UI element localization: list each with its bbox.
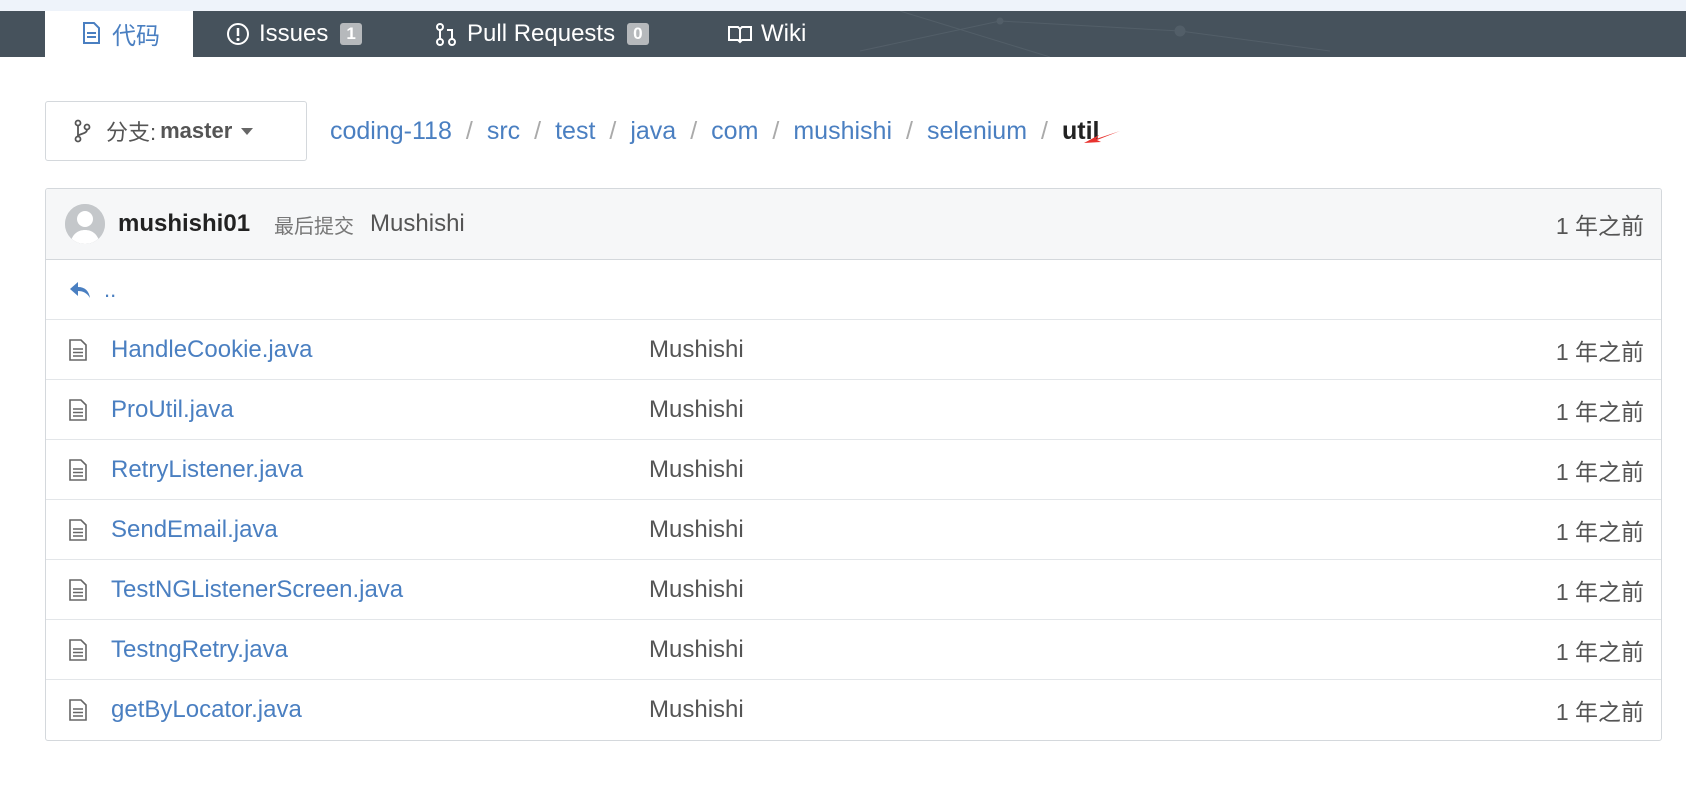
repo-navbar: 代码 Issues 1 Pull Requests 0 Wiki <box>0 11 1686 57</box>
file-author: Mushishi <box>649 696 744 723</box>
avatar[interactable] <box>65 204 105 244</box>
breadcrumb-item[interactable]: com <box>711 117 758 146</box>
file-author: Mushishi <box>649 335 744 363</box>
breadcrumb-separator: / <box>772 116 780 145</box>
file-icon <box>68 338 88 362</box>
file-author: Mushishi <box>649 455 744 483</box>
file-icon <box>68 578 88 602</box>
commit-label: 最后提交 <box>274 215 355 238</box>
branch-icon <box>72 118 92 144</box>
file-icon <box>68 518 88 542</box>
file-name-link[interactable]: SendEmail.java <box>111 516 278 544</box>
tab-pull-requests[interactable]: Pull Requests 0 <box>433 11 649 57</box>
breadcrumb-item[interactable]: mushishi <box>793 117 892 146</box>
file-row: HandleCookie.java Mushishi 1 年之前 <box>46 320 1661 380</box>
breadcrumb: coding-118 / src / test / java / com / m… <box>330 113 1099 149</box>
file-time: 1 年之前 <box>1555 699 1644 725</box>
pull-requests-count-badge: 0 <box>627 23 649 45</box>
breadcrumb-item[interactable]: selenium <box>927 117 1027 146</box>
breadcrumb-item[interactable]: coding-118 <box>330 117 452 146</box>
file-author: Mushishi <box>649 635 744 663</box>
file-time: 1 年之前 <box>1555 638 1644 665</box>
commit-user[interactable]: mushishi01 <box>118 210 250 238</box>
file-row: TestNGListenerScreen.java Mushishi 1 年之前 <box>46 560 1661 620</box>
file-name-link[interactable]: TestngRetry.java <box>111 636 288 664</box>
file-author: Mushishi <box>649 515 744 543</box>
chevron-down-icon <box>241 127 254 135</box>
book-icon <box>727 21 753 47</box>
file-name-link[interactable]: RetryListener.java <box>111 456 303 484</box>
file-row: getByLocator.java Mushishi 1 年之前 <box>46 680 1661 740</box>
breadcrumb-separator: / <box>690 116 698 145</box>
parent-directory-row[interactable]: .. <box>46 260 1661 320</box>
tab-code[interactable]: 代码 <box>45 11 193 57</box>
branch-prefix: 分支: <box>106 120 157 145</box>
breadcrumb-separator: / <box>609 116 617 145</box>
breadcrumb-separator: / <box>1041 116 1048 145</box>
file-time: 1 年之前 <box>1555 338 1644 365</box>
breadcrumb-separator: / <box>906 116 913 145</box>
tab-code-label: 代码 <box>112 22 160 50</box>
branch-name: master <box>160 118 233 143</box>
file-name-link[interactable]: HandleCookie.java <box>111 336 312 364</box>
file-name-link[interactable]: getByLocator.java <box>111 696 302 724</box>
parent-directory-link[interactable]: .. <box>104 277 116 303</box>
tab-issues[interactable]: Issues 1 <box>225 11 362 57</box>
file-time: 1 年之前 <box>1555 458 1644 485</box>
file-author: Mushishi <box>649 575 744 603</box>
issue-icon <box>225 21 251 47</box>
breadcrumb-item[interactable]: src <box>487 117 520 146</box>
file-name-link[interactable]: TestNGListenerScreen.java <box>111 576 403 604</box>
file-row: ProUtil.java Mushishi 1 年之前 <box>46 380 1661 440</box>
file-list: mushishi01 最后提交 Mushishi 1 年之前 .. Handle… <box>45 188 1662 741</box>
file-row: SendEmail.java Mushishi 1 年之前 <box>46 500 1661 560</box>
tab-pull-requests-label: Pull Requests <box>467 20 616 47</box>
pull-request-icon <box>433 21 459 47</box>
file-icon <box>68 698 88 722</box>
file-name-link[interactable]: ProUtil.java <box>111 396 234 424</box>
tab-wiki-label: Wiki <box>761 20 807 47</box>
issues-count-badge: 1 <box>340 23 362 45</box>
breadcrumb-item[interactable]: test <box>555 117 595 146</box>
breadcrumb-separator: / <box>534 116 542 145</box>
file-time: 1 年之前 <box>1555 578 1644 605</box>
tab-wiki[interactable]: Wiki <box>727 11 806 57</box>
top-strip <box>0 0 1686 11</box>
breadcrumb-separator: / <box>465 116 473 145</box>
file-time: 1 年之前 <box>1555 518 1644 545</box>
file-icon <box>68 458 88 482</box>
file-icon <box>68 638 88 662</box>
file-row: RetryListener.java Mushishi 1 年之前 <box>46 440 1661 500</box>
latest-commit-bar: mushishi01 最后提交 Mushishi 1 年之前 <box>46 189 1661 260</box>
commit-message[interactable]: Mushishi <box>370 210 465 238</box>
commit-time: 1 年之前 <box>1555 213 1644 239</box>
file-time: 1 年之前 <box>1555 398 1644 425</box>
reply-arrow-icon <box>68 279 92 301</box>
branch-selector[interactable]: 分支: master <box>45 101 307 161</box>
file-row: TestngRetry.java Mushishi 1 年之前 <box>46 620 1661 680</box>
file-author: Mushishi <box>649 395 744 423</box>
file-icon <box>68 398 88 422</box>
breadcrumb-item[interactable]: java <box>630 117 676 146</box>
file-icon <box>78 20 104 46</box>
tab-issues-label: Issues <box>259 20 329 47</box>
red-arrow-annotation <box>1084 131 1120 143</box>
